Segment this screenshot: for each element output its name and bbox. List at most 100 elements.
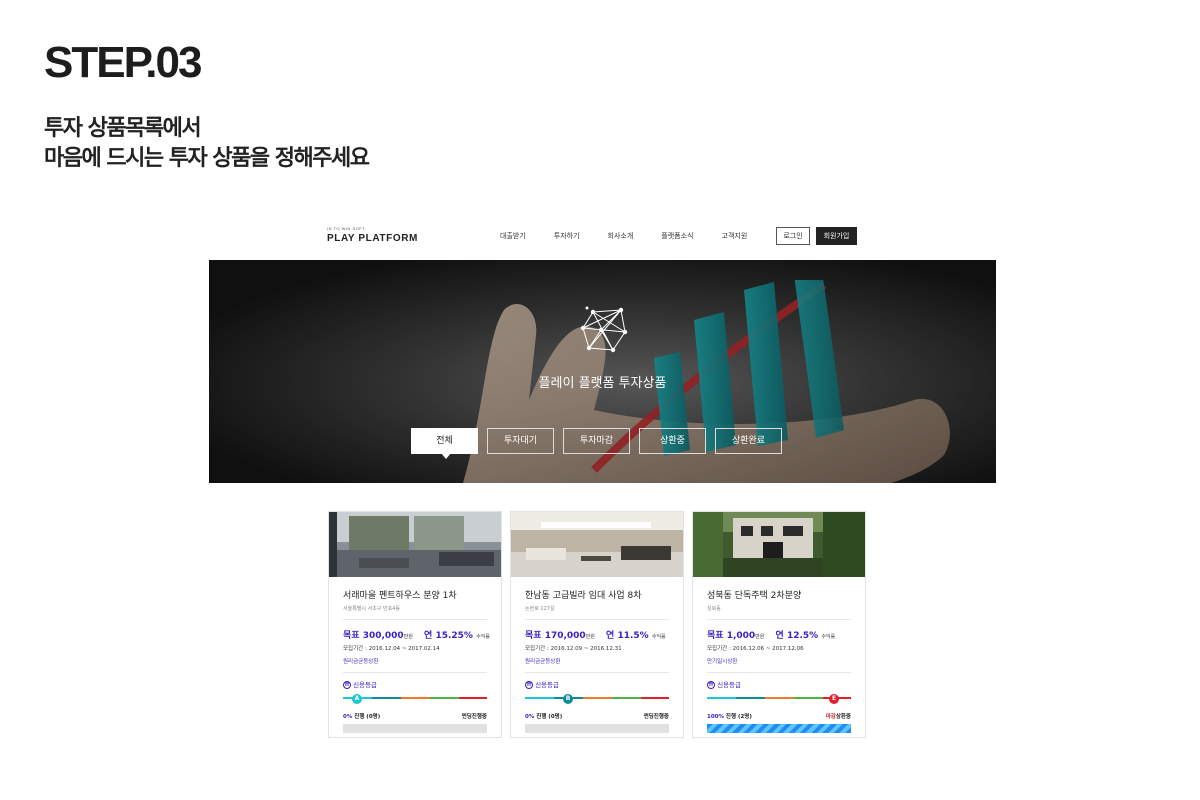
- card-body: 성북동 단독주택 2차분양 성북동 목표 1,000만원 연 12.5% 수익률…: [707, 577, 851, 733]
- goal-and-rate: 목표 170,000만원 연 11.5% 수익률: [525, 628, 669, 641]
- product-address: 서울특별시 서초구 반포4동: [343, 605, 487, 620]
- nav-about[interactable]: 회사소개: [608, 231, 634, 241]
- progress-bar: [343, 724, 487, 733]
- repayment-type: 원리금균등상환: [525, 657, 669, 673]
- funding-period: 모집기간 : 2016.12.04 ~ 2017.02.14: [343, 646, 440, 652]
- product-address: 성북동: [707, 605, 851, 620]
- logo-title: PLAY PLATFORM: [327, 233, 418, 244]
- progress-bar: [707, 724, 851, 733]
- rate-value: 11.5%: [617, 631, 649, 641]
- progress-percent: 0%: [343, 714, 353, 720]
- rate-value: 12.5%: [786, 631, 819, 641]
- nav-news[interactable]: 플랫폼소식: [661, 231, 693, 241]
- progress-count: 진행 (0명): [536, 714, 563, 720]
- grade-label-text: 신용등급: [353, 681, 377, 689]
- site-header: IN TO WIN SOFT PLAY PLATFORM 대출받기 투자하기 회…: [327, 222, 860, 252]
- progress-count: 진행 (0명): [354, 714, 381, 720]
- card-body: 서래마을 펜트하우스 분양 1차 서울특별시 서초구 반포4동 목표 300,0…: [343, 577, 490, 733]
- won-icon: ₩: [525, 681, 533, 689]
- hero-title: 플레이 플랫폼 투자상품: [538, 376, 667, 391]
- product-image-villa: [511, 512, 683, 577]
- step-desc-line-1: 투자 상품목록에서: [44, 116, 202, 141]
- product-address: 논현로 127길: [525, 605, 669, 620]
- rate-label: 연: [424, 631, 433, 641]
- main-nav: 대출받기 투자하기 회사소개 플랫폼소식 고객지원: [500, 231, 775, 241]
- rate-value: 15.25%: [435, 631, 473, 641]
- status-text: 상환중: [835, 714, 851, 720]
- goal-label: 목표: [343, 631, 360, 641]
- credit-grade-label: ₩ 신용등급: [707, 679, 851, 689]
- product-card[interactable]: 서래마을 펜트하우스 분양 1차 서울특별시 서초구 반포4동 목표 300,0…: [328, 511, 502, 738]
- won-icon: ₩: [343, 681, 351, 689]
- step-title: STEP.03: [44, 38, 202, 87]
- product-card[interactable]: 한남동 고급빌라 임대 사업 8차 논현로 127길 목표 170,000만원 …: [510, 511, 684, 738]
- funding-status: 펀딩진행중: [644, 712, 669, 720]
- login-button[interactable]: 로그인: [776, 227, 810, 245]
- progress-bar-fill: [707, 724, 851, 733]
- product-image-house: [693, 512, 865, 577]
- tab-closed[interactable]: 투자마감: [563, 428, 630, 454]
- hero-banner: 플레이 플랫폼 투자상품 전체 투자대기 투자마감 상환중 상환완료: [209, 260, 996, 483]
- goal-unit: 만원: [755, 634, 765, 640]
- nav-invest[interactable]: 투자하기: [554, 231, 580, 241]
- funding-period: 모집기간 : 2016.12.06 ~ 2017.12.06: [707, 646, 804, 652]
- product-name[interactable]: 한남동 고급빌라 임대 사업 8차: [525, 588, 669, 601]
- status-text: 펀딩진행중: [461, 714, 487, 720]
- goal-amount: 300,000: [362, 631, 404, 641]
- nav-loan[interactable]: 대출받기: [500, 231, 526, 241]
- progress-bar: [525, 724, 669, 733]
- logo[interactable]: IN TO WIN SOFT PLAY PLATFORM: [327, 226, 418, 244]
- card-body: 한남동 고급빌라 임대 사업 8차 논현로 127길 목표 170,000만원 …: [525, 577, 669, 733]
- rate-unit: 수익률: [651, 634, 666, 640]
- goal-and-rate: 목표 300,000만원 연 15.25% 수익률: [343, 628, 490, 641]
- funding-progress: 0% 진행 (0명) 펀딩진행중: [343, 712, 487, 720]
- rate-label: 연: [606, 631, 615, 641]
- credit-grade-bar: B: [525, 694, 669, 704]
- product-name[interactable]: 서래마을 펜트하우스 분양 1차: [343, 588, 487, 601]
- won-icon: ₩: [707, 681, 715, 689]
- join-button[interactable]: 회원가입: [816, 227, 857, 245]
- filter-tabs: 전체 투자대기 투자마감 상환중 상환완료: [411, 428, 791, 459]
- progress-count: 진행 (2명): [725, 714, 752, 720]
- tab-all[interactable]: 전체: [411, 428, 478, 459]
- goal-amount: 170,000: [544, 631, 586, 641]
- repayment-type: 만기일시상환: [707, 657, 851, 673]
- funding-status: 마감상환중: [826, 712, 851, 720]
- tab-repaid[interactable]: 상환완료: [715, 428, 782, 454]
- status-text: 펀딩진행중: [643, 714, 669, 720]
- credit-grade-label: ₩ 신용등급: [343, 679, 487, 689]
- goal-label: 목표: [707, 631, 724, 641]
- progress-percent: 100%: [707, 714, 724, 720]
- funding-status: 펀딩진행중: [462, 712, 487, 720]
- grade-marker: A: [352, 694, 362, 704]
- goal-label: 목표: [525, 631, 542, 641]
- rate-unit: 수익률: [821, 634, 836, 640]
- rate-label: 연: [775, 631, 784, 641]
- network-icon: [580, 306, 628, 353]
- funding-period: 모집기간 : 2016.12.09 ~ 2016.12.31: [525, 646, 622, 652]
- status-highlight: 마감: [825, 714, 836, 720]
- tab-waiting[interactable]: 투자대기: [487, 428, 554, 454]
- product-card[interactable]: 성북동 단독주택 2차분양 성북동 목표 1,000만원 연 12.5% 수익률…: [692, 511, 866, 738]
- step-description: 투자 상품목록에서 마음에 드시는 투자 상품을 정해주세요: [44, 114, 370, 174]
- logo-subtitle: IN TO WIN SOFT: [327, 226, 366, 231]
- product-name[interactable]: 성북동 단독주택 2차분양: [707, 588, 851, 601]
- goal-amount: 1,000: [726, 631, 756, 641]
- progress-percent: 0%: [525, 714, 535, 720]
- goal-unit: 만원: [403, 634, 413, 640]
- grade-marker: B: [563, 694, 573, 704]
- step-desc-line-2: 마음에 드시는 투자 상품을 정해주세요: [44, 146, 370, 171]
- grade-label-text: 신용등급: [535, 681, 559, 689]
- credit-grade-bar: E: [707, 694, 851, 704]
- product-image-penthouse: [329, 512, 501, 577]
- funding-progress: 0% 진행 (0명) 펀딩진행중: [525, 712, 669, 720]
- credit-grade-label: ₩ 신용등급: [525, 679, 669, 689]
- nav-support[interactable]: 고객지원: [722, 231, 748, 241]
- grade-marker: E: [829, 694, 839, 704]
- tab-repaying[interactable]: 상환중: [639, 428, 706, 454]
- rate-unit: 수익률: [476, 634, 490, 640]
- repayment-type: 원리금균등상환: [343, 657, 487, 673]
- goal-unit: 만원: [585, 634, 595, 640]
- credit-grade-bar: A: [343, 694, 487, 704]
- goal-and-rate: 목표 1,000만원 연 12.5% 수익률: [707, 628, 851, 641]
